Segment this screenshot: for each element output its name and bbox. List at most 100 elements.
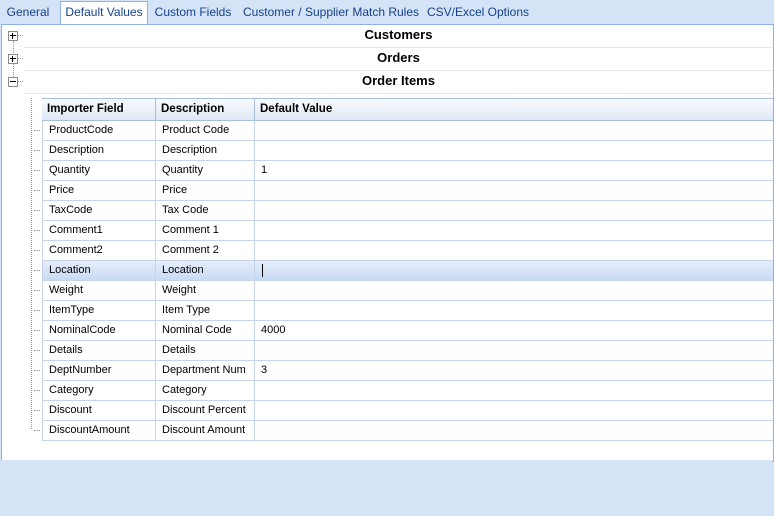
minus-box-icon[interactable] bbox=[8, 77, 18, 87]
tab-csv-excel-options[interactable]: CSV/Excel Options bbox=[425, 2, 531, 23]
default-value-cell[interactable] bbox=[255, 201, 773, 220]
group-order-items[interactable]: Order Items bbox=[2, 71, 773, 94]
description-cell: Discount Percent bbox=[156, 401, 255, 420]
group-orders[interactable]: Orders bbox=[2, 48, 773, 71]
tree-connector bbox=[34, 270, 40, 271]
tree-connector bbox=[34, 430, 40, 431]
tree-connector bbox=[34, 310, 40, 311]
default-value-cell[interactable]: 1 bbox=[255, 161, 773, 180]
table-row[interactable]: Comment1 Comment 1 bbox=[34, 221, 773, 241]
tree-connector bbox=[34, 230, 40, 231]
column-header-importer-field[interactable]: Importer Field bbox=[42, 99, 156, 120]
description-cell: Department Num bbox=[156, 361, 255, 380]
table-row[interactable]: Location Location bbox=[34, 261, 773, 281]
text-cursor bbox=[262, 263, 263, 277]
description-cell: Tax Code bbox=[156, 201, 255, 220]
table-row[interactable]: TaxCode Tax Code bbox=[34, 201, 773, 221]
table-row[interactable]: Discount Discount Percent bbox=[34, 401, 773, 421]
panel-footer bbox=[1, 460, 772, 514]
default-value-cell[interactable] bbox=[255, 381, 773, 400]
importer-field-cell: ProductCode bbox=[42, 121, 156, 140]
tab-custom-fields[interactable]: Custom Fields bbox=[151, 2, 235, 23]
tab-general[interactable]: General bbox=[2, 2, 54, 23]
default-value-cell[interactable]: 3 bbox=[255, 361, 773, 380]
group-title: Orders bbox=[24, 48, 773, 71]
tree-connector bbox=[34, 190, 40, 191]
tree-connector bbox=[34, 350, 40, 351]
description-cell: Product Code bbox=[156, 121, 255, 140]
tree-connector bbox=[34, 410, 40, 411]
default-value-cell[interactable] bbox=[255, 281, 773, 300]
tab-strip: General Default Values Custom Fields Cus… bbox=[0, 0, 774, 25]
default-value-cell[interactable] bbox=[255, 181, 773, 200]
grid-header: Importer Field Description Default Value bbox=[42, 98, 773, 121]
description-cell: Nominal Code bbox=[156, 321, 255, 340]
default-value-text: 3 bbox=[261, 364, 268, 376]
importer-field-cell: Comment1 bbox=[42, 221, 156, 240]
tree-connector bbox=[34, 290, 40, 291]
tree-connector bbox=[34, 370, 40, 371]
importer-field-cell: DeptNumber bbox=[42, 361, 156, 380]
description-cell: Details bbox=[156, 341, 255, 360]
importer-field-cell: ItemType bbox=[42, 301, 156, 320]
table-row[interactable]: NominalCode Nominal Code 4000 bbox=[34, 321, 773, 341]
tree-connector bbox=[34, 170, 40, 171]
default-value-cell[interactable] bbox=[255, 341, 773, 360]
importer-field-cell: Description bbox=[42, 141, 156, 160]
default-value-cell[interactable] bbox=[255, 141, 773, 160]
default-value-cell[interactable] bbox=[255, 261, 773, 280]
table-row[interactable]: Quantity Quantity 1 bbox=[34, 161, 773, 181]
table-row[interactable]: Description Description bbox=[34, 141, 773, 161]
group-title: Order Items bbox=[24, 71, 773, 94]
table-row[interactable]: Details Details bbox=[34, 341, 773, 361]
table-row[interactable]: Weight Weight bbox=[34, 281, 773, 301]
default-value-text: 4000 bbox=[261, 324, 286, 336]
table-row[interactable]: ProductCode Product Code bbox=[34, 121, 773, 141]
default-value-cell[interactable] bbox=[255, 221, 773, 240]
description-cell: Discount Amount bbox=[156, 421, 255, 440]
description-cell: Quantity bbox=[156, 161, 255, 180]
table-row[interactable]: DeptNumber Department Num 3 bbox=[34, 361, 773, 381]
table-row[interactable]: Price Price bbox=[34, 181, 773, 201]
plus-box-icon[interactable] bbox=[8, 31, 18, 41]
description-cell: Price bbox=[156, 181, 255, 200]
importer-field-cell: Details bbox=[42, 341, 156, 360]
importer-field-cell: DiscountAmount bbox=[42, 421, 156, 440]
default-value-cell[interactable] bbox=[255, 121, 773, 140]
importer-field-cell: Location bbox=[42, 261, 156, 280]
description-cell: Category bbox=[156, 381, 255, 400]
column-header-default-value[interactable]: Default Value bbox=[255, 99, 773, 120]
tree-connector bbox=[34, 150, 40, 151]
default-values-panel: Customers Orders Order Items Importer Fi… bbox=[1, 24, 774, 462]
default-value-cell[interactable] bbox=[255, 301, 773, 320]
importer-field-cell: Quantity bbox=[42, 161, 156, 180]
table-row[interactable]: Category Category bbox=[34, 381, 773, 401]
default-value-cell[interactable] bbox=[255, 241, 773, 260]
tab-match-rules[interactable]: Customer / Supplier Match Rules bbox=[242, 2, 420, 23]
group-customers[interactable]: Customers bbox=[2, 25, 773, 48]
description-cell: Comment 2 bbox=[156, 241, 255, 260]
default-value-text: 1 bbox=[261, 164, 268, 176]
description-cell: Item Type bbox=[156, 301, 255, 320]
description-cell: Location bbox=[156, 261, 255, 280]
tree-connector bbox=[34, 330, 40, 331]
group-title: Customers bbox=[24, 25, 773, 48]
importer-field-cell: Category bbox=[42, 381, 156, 400]
description-cell: Weight bbox=[156, 281, 255, 300]
importer-field-cell: Price bbox=[42, 181, 156, 200]
importer-field-cell: Discount bbox=[42, 401, 156, 420]
table-row[interactable]: ItemType Item Type bbox=[34, 301, 773, 321]
table-row[interactable]: Comment2 Comment 2 bbox=[34, 241, 773, 261]
importer-field-cell: NominalCode bbox=[42, 321, 156, 340]
default-value-cell[interactable] bbox=[255, 421, 773, 440]
default-value-cell[interactable] bbox=[255, 401, 773, 420]
importer-field-cell: TaxCode bbox=[42, 201, 156, 220]
description-cell: Comment 1 bbox=[156, 221, 255, 240]
plus-box-icon[interactable] bbox=[8, 54, 18, 64]
table-row[interactable]: DiscountAmount Discount Amount bbox=[34, 421, 773, 441]
column-header-description[interactable]: Description bbox=[156, 99, 255, 120]
default-value-cell[interactable]: 4000 bbox=[255, 321, 773, 340]
tree-connector bbox=[34, 390, 40, 391]
description-cell: Description bbox=[156, 141, 255, 160]
tab-default-values[interactable]: Default Values bbox=[60, 1, 148, 25]
